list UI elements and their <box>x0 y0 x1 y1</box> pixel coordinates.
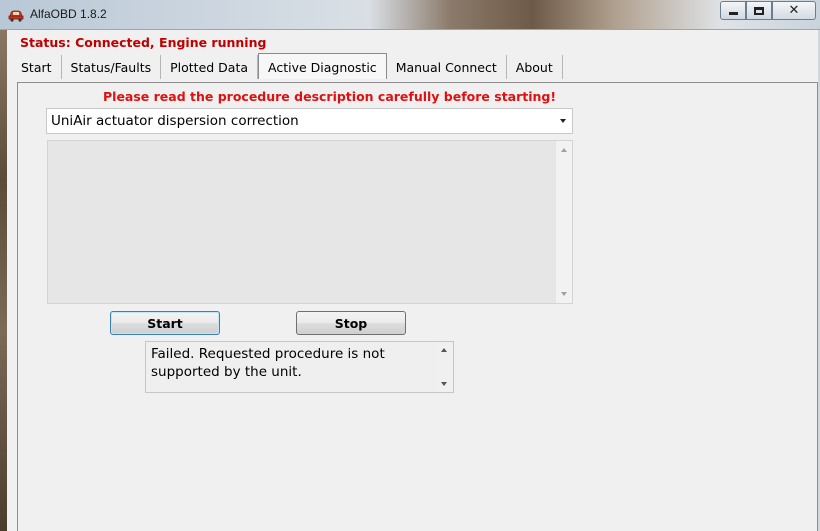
close-icon: ✕ <box>788 3 800 18</box>
scroll-up-icon[interactable] <box>441 348 447 352</box>
car-icon <box>8 10 24 22</box>
description-scrollbar[interactable] <box>555 141 572 303</box>
minimize-button[interactable] <box>720 1 746 20</box>
tab-active-diagnostic[interactable]: Active Diagnostic <box>258 53 387 79</box>
tab-plotted-data[interactable]: Plotted Data <box>161 55 259 79</box>
procedure-description <box>47 140 573 304</box>
tab-strip: Start Status/Faults Plotted Data Active … <box>12 53 563 81</box>
procedure-warning: Please read the procedure description ca… <box>103 89 557 104</box>
title-bar[interactable]: AlfaOBD 1.8.2 ✕ <box>0 0 820 30</box>
result-output: Failed. Requested procedure is not suppo… <box>145 341 454 393</box>
maximize-button[interactable] <box>746 1 772 20</box>
result-text: Failed. Requested procedure is not suppo… <box>151 346 385 380</box>
scroll-up-icon[interactable] <box>561 148 567 152</box>
chevron-down-icon[interactable] <box>560 119 566 123</box>
window-controls: ✕ <box>720 1 816 21</box>
app-window: AlfaOBD 1.8.2 ✕ Status: Connected, Engin… <box>0 0 820 531</box>
scroll-down-icon[interactable] <box>441 382 447 386</box>
window-border-left <box>0 30 7 531</box>
procedure-select-value: UniAir actuator dispersion correction <box>51 113 299 129</box>
scroll-down-icon[interactable] <box>561 292 567 296</box>
tab-manual-connect[interactable]: Manual Connect <box>386 55 507 79</box>
close-button[interactable]: ✕ <box>772 1 816 20</box>
maximize-icon <box>754 6 764 15</box>
tab-start[interactable]: Start <box>12 55 62 79</box>
minimize-icon <box>728 12 738 15</box>
start-button[interactable]: Start <box>110 311 220 335</box>
window-title: AlfaOBD 1.8.2 <box>30 7 107 21</box>
procedure-select[interactable]: UniAir actuator dispersion correction <box>46 108 573 134</box>
connection-status: Status: Connected, Engine running <box>20 35 267 50</box>
tab-status-faults[interactable]: Status/Faults <box>61 55 162 79</box>
stop-button[interactable]: Stop <box>296 311 406 335</box>
tab-about[interactable]: About <box>506 55 563 79</box>
result-scrollbar[interactable] <box>436 342 453 392</box>
